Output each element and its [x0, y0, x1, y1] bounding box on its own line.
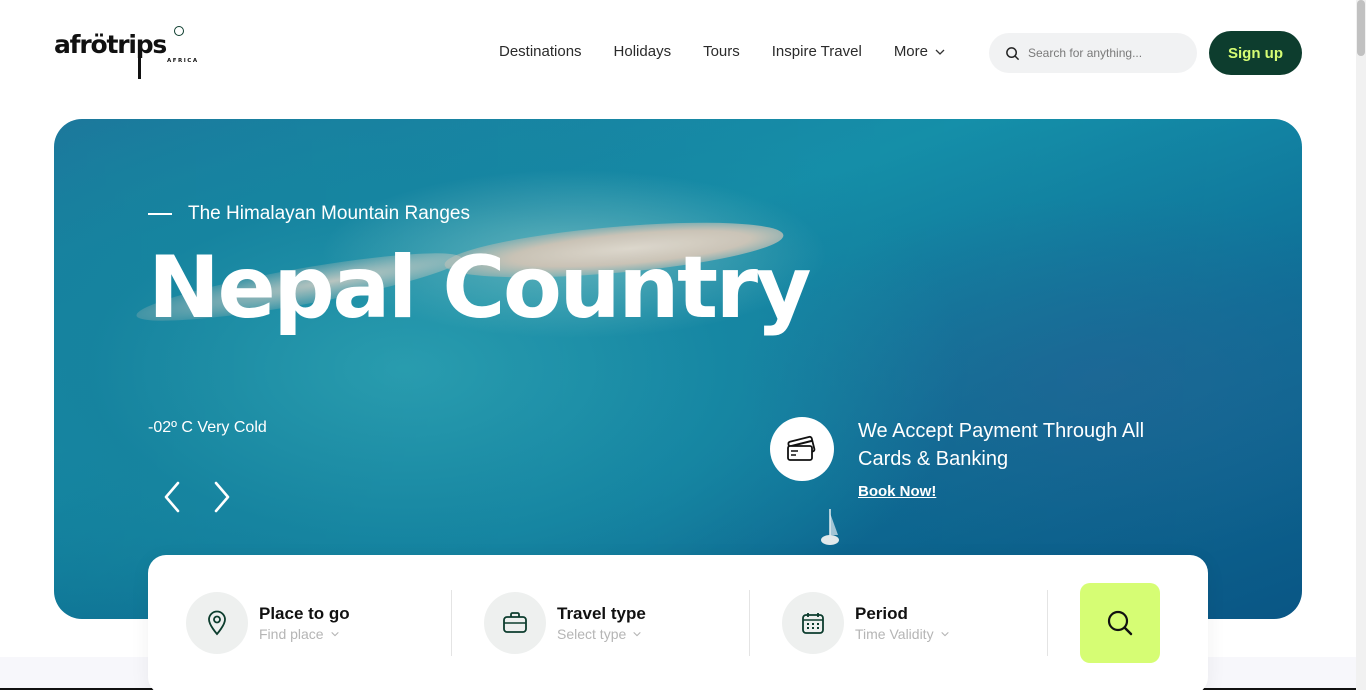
main-nav: Destinations Holidays Tours Inspire Trav… — [499, 43, 978, 60]
chevron-left-icon[interactable] — [160, 479, 186, 515]
hero-overlay — [54, 119, 1302, 619]
scrollbar-thumb[interactable] — [1357, 0, 1365, 56]
search-input[interactable] — [1028, 46, 1178, 60]
period-select[interactable]: Time Validity — [855, 626, 950, 642]
nav-inspire-travel-label: Inspire Travel — [771, 43, 862, 60]
hero-title: Nepal Country — [148, 238, 812, 338]
place-value: Find place — [259, 626, 324, 642]
nav-tours[interactable]: Tours — [703, 43, 740, 60]
search-icon — [1107, 610, 1133, 636]
hero-banner: The Himalayan Mountain Ranges Nepal Coun… — [54, 119, 1302, 619]
logo[interactable]: afrötrips AFRICA — [54, 26, 197, 80]
logo-subtext: AFRICA — [167, 58, 199, 64]
travel-type-value: Select type — [557, 626, 627, 642]
nav-holidays[interactable]: Holidays — [614, 43, 672, 60]
subtitle-line — [148, 213, 172, 215]
hero-subtitle: The Himalayan Mountain Ranges — [148, 203, 470, 225]
nav-destinations-label: Destinations — [499, 43, 582, 60]
chevron-right-icon[interactable] — [208, 479, 234, 515]
travel-type-field[interactable]: Travel type Select type — [484, 592, 646, 654]
field-divider — [749, 590, 750, 656]
period-field[interactable]: Period Time Validity — [782, 592, 950, 654]
trip-search-panel: Place to go Find place Travel type Selec… — [148, 555, 1208, 690]
place-field[interactable]: Place to go Find place — [186, 592, 350, 654]
map-pin-icon — [186, 592, 248, 654]
period-label: Period — [855, 604, 908, 623]
nav-holidays-label: Holidays — [613, 43, 672, 60]
page-scrollbar[interactable] — [1356, 0, 1366, 690]
signup-button[interactable]: Sign up — [1209, 31, 1302, 75]
nav-tours-label: Tours — [703, 43, 740, 60]
site-header: afrötrips AFRICA Destinations Holidays T… — [0, 0, 1356, 106]
place-label: Place to go — [259, 604, 350, 623]
logo-dot — [174, 26, 184, 36]
nav-destinations[interactable]: Destinations — [499, 43, 582, 60]
credit-card-icon — [770, 417, 834, 481]
nav-more[interactable]: More — [894, 43, 946, 60]
search-submit-button[interactable] — [1080, 583, 1160, 663]
travel-type-select[interactable]: Select type — [557, 626, 646, 642]
briefcase-icon — [484, 592, 546, 654]
chevron-down-icon — [935, 49, 945, 55]
field-divider — [451, 590, 452, 656]
calendar-icon — [782, 592, 844, 654]
hero-subtitle-text: The Himalayan Mountain Ranges — [188, 203, 470, 224]
hero-temperature: -02º C Very Cold — [148, 419, 267, 436]
search-icon — [1006, 46, 1020, 60]
header-search[interactable] — [989, 33, 1197, 73]
logo-bar — [138, 48, 141, 79]
place-select[interactable]: Find place — [259, 626, 350, 642]
travel-type-label: Travel type — [557, 604, 646, 623]
chevron-down-icon — [940, 631, 949, 637]
nav-more-label: More — [893, 43, 928, 60]
logo-text: afrötrips — [54, 30, 167, 59]
period-value: Time Validity — [855, 626, 934, 642]
chevron-down-icon — [633, 631, 641, 637]
nav-inspire-travel[interactable]: Inspire Travel — [772, 43, 862, 60]
book-now-link[interactable]: Book Now! — [858, 483, 936, 500]
field-divider — [1047, 590, 1048, 656]
chevron-down-icon — [330, 631, 339, 637]
payment-text: We Accept Payment Through All Cards & Ba… — [858, 420, 1145, 470]
slider-arrows — [160, 479, 234, 515]
